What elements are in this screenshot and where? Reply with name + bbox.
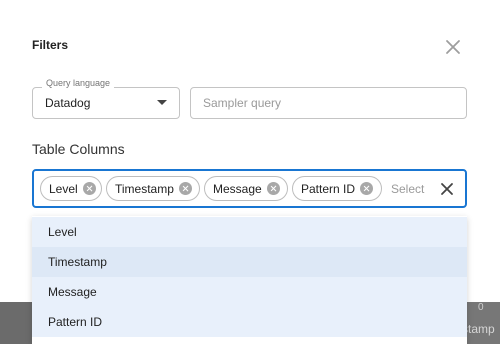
query-language-label: Query language [42,78,115,88]
option-message[interactable]: Message [32,277,467,307]
chevron-down-icon[interactable] [157,100,167,105]
remove-chip-icon[interactable] [360,182,374,195]
option-label: Level [48,225,77,239]
close-icon[interactable] [444,38,462,56]
table-columns-label: Table Columns [32,141,125,157]
chips-placeholder[interactable]: Select [391,182,424,196]
chip-label: Pattern ID [301,181,356,196]
remove-chip-icon[interactable] [266,182,280,195]
chip-timestamp[interactable]: Timestamp [106,176,200,201]
chip-label: Timestamp [115,181,174,196]
option-label: Message [48,285,97,299]
chip-message[interactable]: Message [204,176,288,201]
option-timestamp[interactable]: Timestamp [32,247,467,277]
query-language-value: Datadog [45,96,91,110]
clear-icon[interactable] [440,182,454,196]
option-label: Pattern ID [48,315,103,329]
chip-label: Level [49,181,78,196]
option-label: Timestamp [48,255,107,269]
background-hint: 0 [478,302,484,313]
remove-chip-icon[interactable] [82,182,96,195]
option-level[interactable]: Level [32,217,467,247]
sampler-query-input[interactable] [190,87,467,119]
chip-label: Message [213,181,262,196]
remove-chip-icon[interactable] [178,182,192,195]
dialog-title: Filters [32,38,69,52]
chip-level[interactable]: Level [40,176,102,201]
option-pattern-id[interactable]: Pattern ID [32,307,467,337]
chip-pattern-id[interactable]: Pattern ID [292,176,382,201]
